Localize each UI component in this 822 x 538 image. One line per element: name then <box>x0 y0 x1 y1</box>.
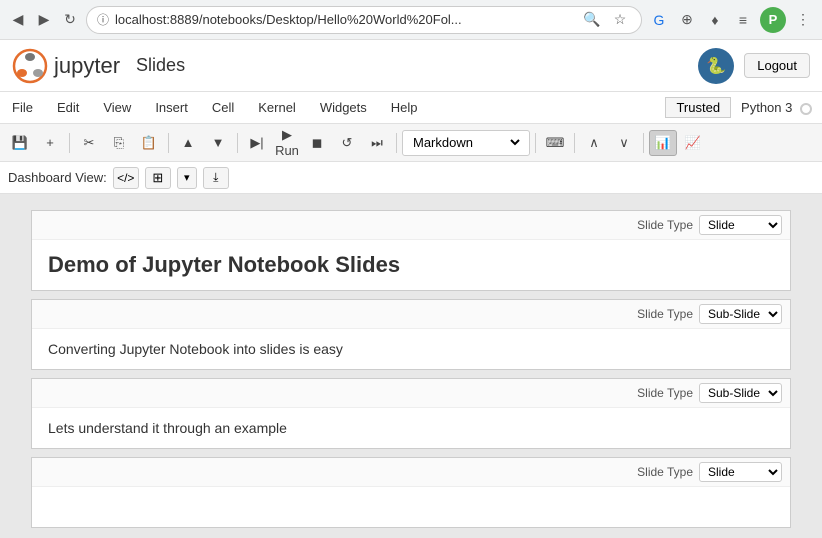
menu-view[interactable]: View <box>91 96 143 119</box>
cell-1-header: Slide Type Slide Sub-Slide Fragment Skip… <box>32 211 790 240</box>
cell-2-header: Slide Type Slide Sub-Slide Fragment Skip… <box>32 300 790 329</box>
url-text: localhost:8889/notebooks/Desktop/Hello%2… <box>115 12 575 27</box>
browser-bar: ◀ ▶ ↻ ⓘ localhost:8889/notebooks/Desktop… <box>0 0 822 40</box>
menu-kernel[interactable]: Kernel <box>246 96 308 119</box>
restart-button[interactable]: ↺ <box>333 130 361 156</box>
toggle-toolbar-button[interactable]: ∨ <box>610 130 638 156</box>
cell-4: Slide Type Slide Sub-Slide Fragment Skip… <box>31 457 791 528</box>
jupyter-title: jupyter <box>54 53 120 79</box>
slide-type-select-1[interactable]: Slide Sub-Slide Fragment Skip Notes - <box>699 215 782 235</box>
notebook-area: Slide Type Slide Sub-Slide Fragment Skip… <box>0 194 822 538</box>
run-icon[interactable]: ▶| <box>243 130 271 156</box>
add-cell-button[interactable]: + <box>36 130 64 156</box>
cell-2: Slide Type Slide Sub-Slide Fragment Skip… <box>31 299 791 370</box>
cell-3-header: Slide Type Slide Sub-Slide Fragment Skip… <box>32 379 790 408</box>
move-up-button[interactable]: ▲ <box>174 130 202 156</box>
extension-icon-1[interactable]: G <box>648 9 670 31</box>
cell-1-body: Demo of Jupyter Notebook Slides <box>32 240 790 290</box>
cell-type-dropdown[interactable]: Markdown Code Raw NBConvert Heading <box>402 130 530 156</box>
code-view-button[interactable]: </> <box>113 167 139 189</box>
toolbar-sep-4 <box>396 133 397 153</box>
cell-4-header: Slide Type Slide Sub-Slide Fragment Skip… <box>32 458 790 487</box>
trusted-button[interactable]: Trusted <box>665 97 731 118</box>
header-right: 🐍 Logout <box>698 48 810 84</box>
extension-icon-3[interactable]: ♦ <box>704 9 726 31</box>
jupyter-logo-icon <box>12 48 48 84</box>
slide-type-label-1: Slide Type <box>637 218 693 232</box>
toolbar: 💾 + ✂ ⎘ 📋 ▲ ▼ ▶| ▶ Run ◼ ↺ ⏭ Markdown Co… <box>0 124 822 162</box>
copy-button[interactable]: ⎘ <box>105 130 133 156</box>
browser-icons: G ⊕ ♦ ≡ P ⋮ <box>648 7 814 33</box>
logout-button[interactable]: Logout <box>744 53 810 78</box>
url-bar[interactable]: ⓘ localhost:8889/notebooks/Desktop/Hello… <box>86 6 642 34</box>
dashboard-arrow[interactable]: ▾ <box>177 167 197 189</box>
slide-type-label-4: Slide Type <box>637 465 693 479</box>
paste-button[interactable]: 📋 <box>135 130 163 156</box>
toolbar-sep-7 <box>643 133 644 153</box>
profile-button[interactable]: P <box>760 7 786 33</box>
menu-insert[interactable]: Insert <box>143 96 200 119</box>
menu-file[interactable]: File <box>0 96 45 119</box>
reload-button[interactable]: ↻ <box>60 10 80 30</box>
restart-run-button[interactable]: ⏭ <box>363 130 391 156</box>
content-wrapper: jupyter Slides 🐍 Logout File Edit View I… <box>0 40 822 538</box>
dashboard-bar: Dashboard View: </> ⊞ ▾ ⤓ <box>0 162 822 194</box>
notebook-name[interactable]: Slides <box>136 55 185 76</box>
search-icon[interactable]: 🔍 <box>581 9 603 31</box>
menu-bar: File Edit View Insert Cell Kernel Widget… <box>0 92 822 124</box>
chart-button[interactable]: 📈 <box>679 130 707 156</box>
download-button[interactable]: ⤓ <box>203 167 229 189</box>
slide-type-label-3: Slide Type <box>637 386 693 400</box>
cell-2-body: Converting Jupyter Notebook into slides … <box>32 329 790 369</box>
cell-3: Slide Type Slide Sub-Slide Fragment Skip… <box>31 378 791 449</box>
run-button[interactable]: ▶ Run <box>273 130 301 156</box>
toolbar-sep-5 <box>535 133 536 153</box>
cell-4-body <box>32 487 790 527</box>
jupyter-header: jupyter Slides 🐍 Logout <box>0 40 822 92</box>
lock-icon: ⓘ <box>97 11 109 28</box>
extension-icon-2[interactable]: ⊕ <box>676 9 698 31</box>
toolbar-sep-2 <box>168 133 169 153</box>
slide-type-label-2: Slide Type <box>637 307 693 321</box>
grid-view-button[interactable]: ⊞ <box>145 167 171 189</box>
slide-type-select-2[interactable]: Slide Sub-Slide Fragment Skip Notes - <box>699 304 782 324</box>
toolbar-sep-6 <box>574 133 575 153</box>
menu-edit[interactable]: Edit <box>45 96 91 119</box>
extension-icon-4[interactable]: ≡ <box>732 9 754 31</box>
cell-3-body: Lets understand it through an example <box>32 408 790 448</box>
move-down-button[interactable]: ▼ <box>204 130 232 156</box>
toolbar-sep-1 <box>69 133 70 153</box>
toolbar-sep-3 <box>237 133 238 153</box>
back-button[interactable]: ◀ <box>8 10 28 30</box>
cell-1: Slide Type Slide Sub-Slide Fragment Skip… <box>31 210 791 291</box>
dashboard-view-label: Dashboard View: <box>8 170 107 185</box>
forward-button[interactable]: ▶ <box>34 10 54 30</box>
jupyter-logo: jupyter <box>12 48 120 84</box>
menu-dots-icon[interactable]: ⋮ <box>792 9 814 31</box>
menu-widgets[interactable]: Widgets <box>308 96 379 119</box>
slide-type-select-3[interactable]: Slide Sub-Slide Fragment Skip Notes - <box>699 383 782 403</box>
save-button[interactable]: 💾 <box>6 130 34 156</box>
toggle-header-button[interactable]: ∧ <box>580 130 608 156</box>
cell-type-select[interactable]: Markdown Code Raw NBConvert Heading <box>409 134 523 151</box>
kernel-info: Python 3 <box>731 98 822 117</box>
interrupt-button[interactable]: ◼ <box>303 130 331 156</box>
keyboard-shortcut-button[interactable]: ⌨ <box>541 130 569 156</box>
menu-help[interactable]: Help <box>379 96 430 119</box>
bookmark-icon[interactable]: ☆ <box>609 9 631 31</box>
slide-type-select-4[interactable]: Slide Sub-Slide Fragment Skip Notes - <box>699 462 782 482</box>
python-icon: 🐍 <box>698 48 734 84</box>
slideshow-button[interactable]: 📊 <box>649 130 677 156</box>
kernel-status-circle <box>800 103 812 115</box>
cut-button[interactable]: ✂ <box>75 130 103 156</box>
menu-cell[interactable]: Cell <box>200 96 246 119</box>
